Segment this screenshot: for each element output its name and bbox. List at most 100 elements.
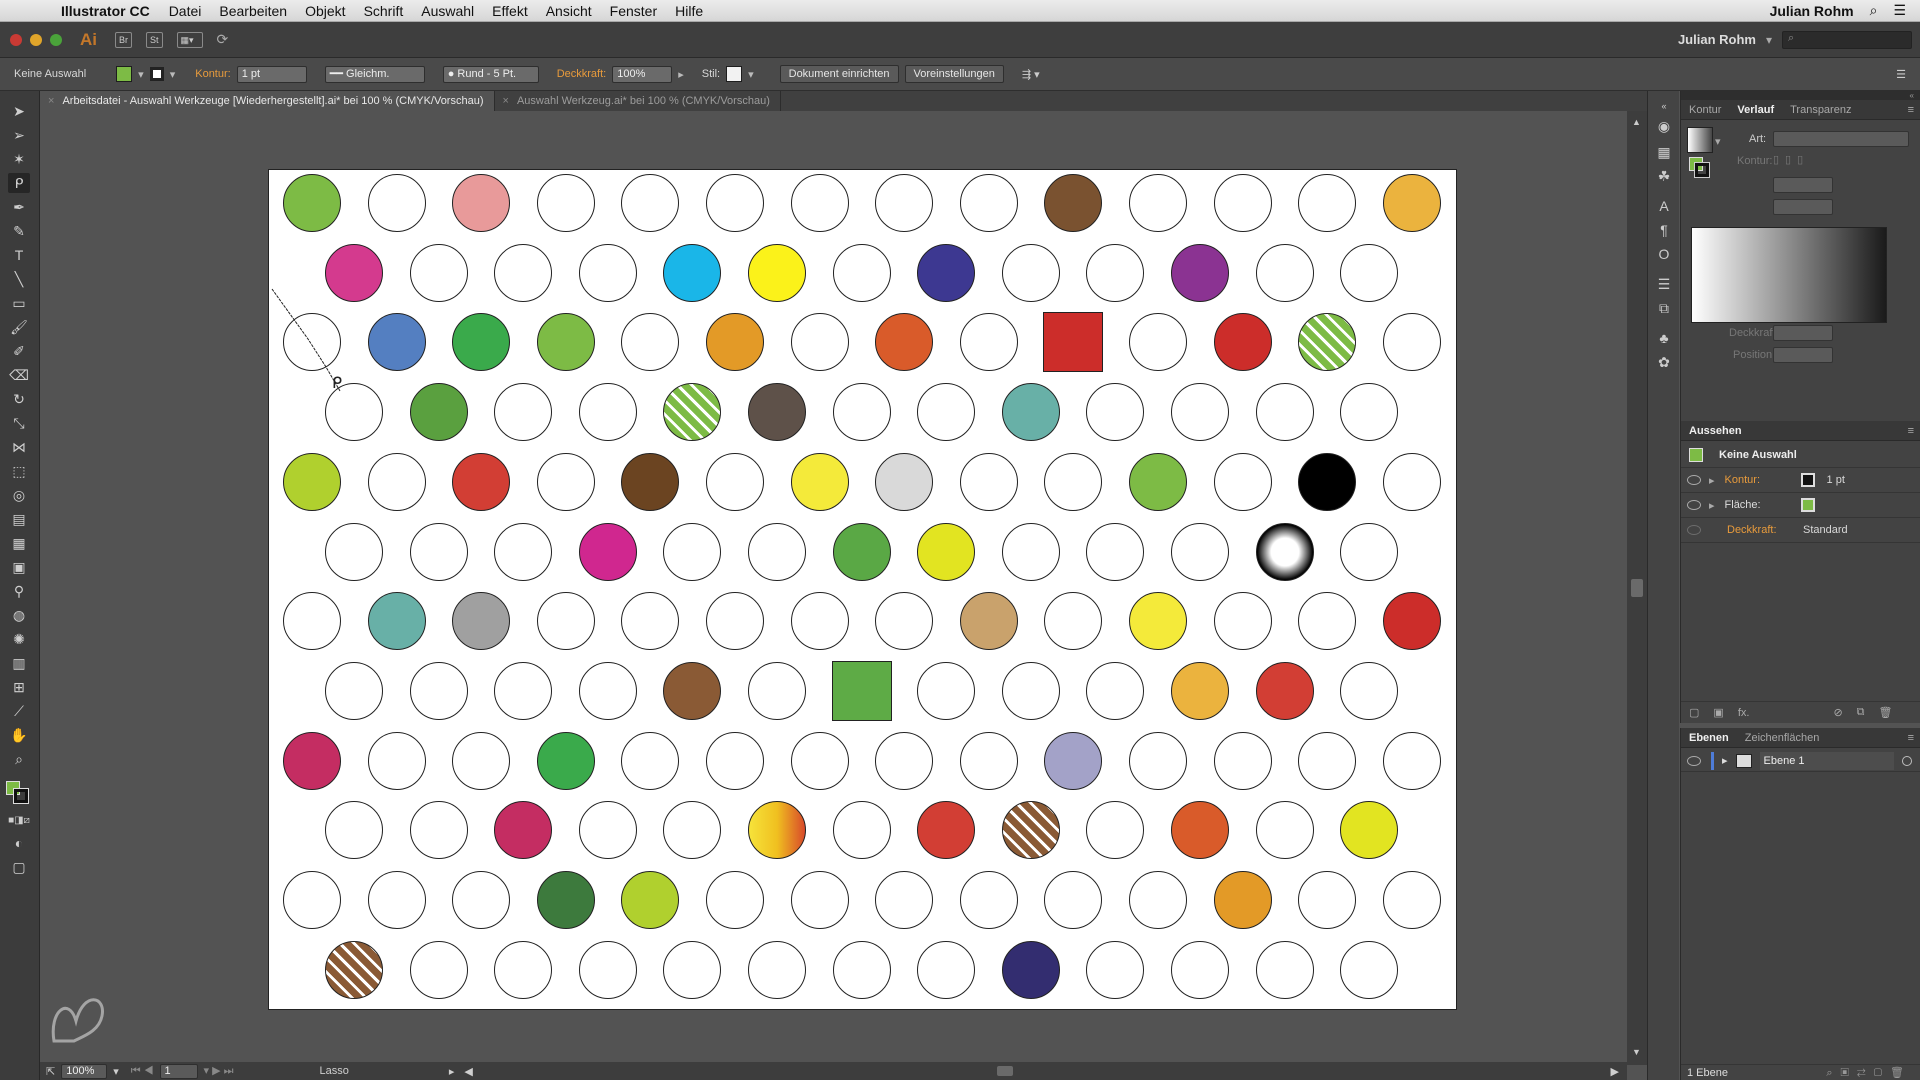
empty-circle[interactable]	[494, 383, 553, 442]
character-icon[interactable]: A	[1655, 197, 1673, 215]
expand-triangle-icon[interactable]: ▸	[1709, 499, 1715, 512]
empty-circle[interactable]	[706, 452, 764, 511]
brush-select[interactable]: ● Rund - 5 Pt.	[442, 65, 539, 83]
expand-triangle-icon[interactable]: ▸	[1709, 474, 1715, 487]
colored-circle[interactable]	[578, 522, 637, 581]
colored-circle[interactable]	[1044, 731, 1103, 790]
menu-datei[interactable]: Datei	[160, 3, 211, 19]
curvature-tool-icon[interactable]: ✎	[8, 221, 30, 241]
tab-arbeitsdatei[interactable]: × Arbeitsdatei - Auswahl Werkzeuge [Wiede…	[40, 91, 495, 111]
empty-circle[interactable]	[409, 801, 468, 860]
align-options-icon[interactable]: ⇶ ▾	[1022, 68, 1040, 81]
empty-circle[interactable]	[917, 661, 976, 720]
empty-circle[interactable]	[832, 801, 891, 860]
search-input[interactable]: ⌕	[1782, 30, 1912, 49]
empty-circle[interactable]	[283, 592, 341, 651]
type-tool-icon[interactable]: T	[8, 245, 30, 265]
colored-circle[interactable]	[452, 592, 511, 651]
align-icon[interactable]: ☰	[1655, 275, 1673, 293]
empty-circle[interactable]	[578, 243, 637, 302]
gradient-opacity-field[interactable]	[1773, 325, 1833, 341]
menu-auswahl[interactable]: Auswahl	[412, 3, 483, 19]
empty-circle[interactable]	[663, 801, 722, 860]
screen-mode-icon[interactable]: ▢	[8, 857, 30, 877]
stroke-label[interactable]: Kontur:	[195, 68, 230, 80]
colored-circle[interactable]	[1129, 452, 1187, 511]
panel-menu-icon[interactable]: ☰	[1896, 68, 1920, 81]
empty-circle[interactable]	[1298, 871, 1357, 929]
empty-circle[interactable]	[1213, 592, 1272, 651]
empty-circle[interactable]	[663, 940, 722, 999]
chevron-down-icon[interactable]: ▾	[1766, 33, 1772, 47]
empty-circle[interactable]	[1382, 313, 1441, 372]
layers-footer-icons[interactable]: ⌕▣⇄▢🗑	[1826, 1066, 1920, 1080]
empty-circle[interactable]	[1086, 383, 1145, 442]
gradient-thumbnail-dropdown-icon[interactable]: ▾	[1715, 135, 1721, 148]
empty-circle[interactable]	[578, 383, 637, 442]
vertical-scrollbar[interactable]: ▲ ▼	[1627, 111, 1647, 1065]
colored-square[interactable]	[831, 660, 892, 721]
empty-circle[interactable]	[1171, 383, 1229, 442]
canvas-area[interactable]: ᑭ	[40, 111, 1627, 1065]
empty-circle[interactable]	[325, 801, 383, 860]
colored-circle[interactable]	[1213, 871, 1272, 929]
spotlight-icon[interactable]: ⌕	[1870, 2, 1878, 19]
empty-circle[interactable]	[1129, 313, 1187, 372]
colored-circle[interactable]	[663, 243, 722, 302]
stroke-color-swatch[interactable]	[13, 788, 29, 804]
stroke-gradient-options-icon[interactable]: ▯▯▯	[1773, 153, 1809, 166]
empty-circle[interactable]	[452, 871, 511, 929]
colored-circle[interactable]	[1129, 592, 1187, 651]
swatches-icon[interactable]: ▦	[1655, 143, 1673, 161]
empty-circle[interactable]	[452, 731, 511, 790]
appearance-stroke-label[interactable]: Kontur:	[1725, 474, 1801, 486]
empty-circle[interactable]	[748, 522, 806, 581]
appearance-opacity-label[interactable]: Deckkraft:	[1727, 524, 1803, 536]
empty-circle[interactable]	[1086, 243, 1145, 302]
colored-circle[interactable]	[832, 522, 891, 581]
empty-circle[interactable]	[1001, 243, 1060, 302]
empty-circle[interactable]	[959, 731, 1018, 790]
stroke-swatch[interactable]	[149, 67, 164, 81]
magic-wand-tool-icon[interactable]: ✶	[8, 149, 30, 169]
empty-circle[interactable]	[1129, 174, 1187, 232]
width-tool-icon[interactable]: ⋈	[8, 437, 30, 457]
empty-circle[interactable]	[1213, 452, 1272, 511]
colored-circle[interactable]	[367, 592, 426, 651]
pen-tool-icon[interactable]: ✒	[8, 197, 30, 217]
artboard-nav-next-icon[interactable]: ▾ ▶ ⏭	[198, 1064, 240, 1078]
empty-circle[interactable]	[1340, 661, 1399, 720]
colored-circle[interactable]	[1001, 940, 1060, 999]
appearance-fill-row[interactable]: ▸ Fläche:	[1681, 493, 1920, 518]
scroll-right-icon[interactable]: ▶	[1603, 1065, 1627, 1078]
colored-circle[interactable]	[621, 871, 680, 929]
empty-circle[interactable]	[621, 592, 680, 651]
opacity-field[interactable]: 100%	[612, 65, 673, 83]
scroll-thumb[interactable]	[1631, 579, 1643, 597]
slice-tool-icon[interactable]: ⟋	[8, 701, 30, 721]
empty-circle[interactable]	[621, 731, 680, 790]
zoom-tool-icon[interactable]: ⌕	[8, 749, 30, 769]
empty-circle[interactable]	[706, 174, 764, 232]
menubar-user[interactable]: Julian Rohm	[1770, 3, 1854, 19]
gradient-type-select[interactable]	[1773, 131, 1909, 147]
stock-button[interactable]: St	[146, 31, 163, 48]
fill-dropdown-icon[interactable]: ▾	[138, 68, 144, 81]
expand-triangle-icon[interactable]: ▸	[1722, 754, 1728, 767]
app-menu[interactable]: Illustrator CC	[52, 3, 160, 19]
artboard-tool-icon[interactable]: ⊞	[8, 677, 30, 697]
stroke-dropdown-icon[interactable]: ▾	[170, 68, 176, 81]
empty-circle[interactable]	[1382, 452, 1441, 511]
empty-circle[interactable]	[790, 731, 849, 790]
paintbrush-tool-icon[interactable]: 🖌	[8, 317, 30, 337]
workspace-switcher[interactable]: Julian Rohm	[1678, 32, 1756, 47]
empty-circle[interactable]	[1044, 592, 1103, 651]
mesh-tool-icon[interactable]: ▦	[8, 533, 30, 553]
close-window-button[interactable]	[10, 33, 22, 46]
tab-zeichenflaechen[interactable]: Zeichenflächen	[1737, 732, 1828, 744]
colored-circle[interactable]	[536, 871, 595, 929]
column-graph-tool-icon[interactable]: ▥	[8, 653, 30, 673]
layer-row[interactable]: ▸ Ebene 1	[1681, 750, 1920, 772]
graphic-styles-icon[interactable]: ✿	[1655, 353, 1673, 371]
close-icon[interactable]: ×	[503, 95, 509, 107]
